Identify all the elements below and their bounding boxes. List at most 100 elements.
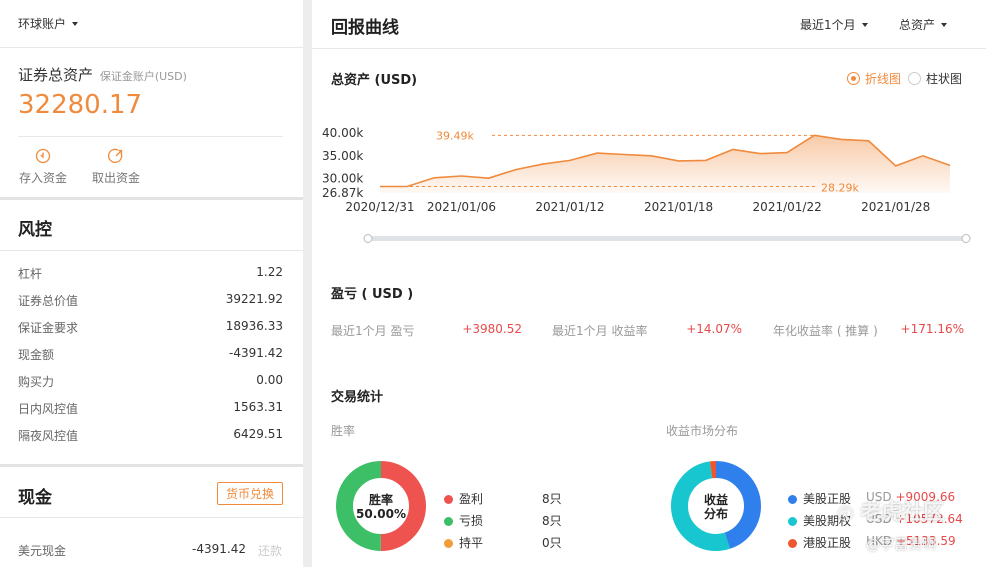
watermark-line1: ⓣ 老虎社区 (838, 496, 944, 526)
asset-chart: 40.00k 35.00k 30.00k26.87k 2020/12/31 2021/… (322, 126, 971, 243)
legend-dot-icon (788, 495, 797, 504)
divider (18, 136, 283, 137)
x-tick-label: 2021/01/18 (644, 200, 713, 214)
winrate-legend-profit: 盈利 (444, 490, 483, 507)
legend-label: 亏损 (459, 514, 484, 528)
y-tick-label: 26.87k (322, 186, 363, 200)
legend-label: 港股正股 (803, 536, 852, 550)
assets-header: 证券总资产 保证金账户(USD) (18, 64, 187, 85)
market-center-line1: 收益 (703, 493, 728, 507)
x-tick-label: 2021/01/12 (535, 200, 604, 214)
market-center-line2: 分布 (703, 507, 728, 521)
winrate-label: 胜率 (331, 424, 356, 438)
cash-usd-label: 美元现金 (18, 544, 67, 558)
divider (312, 48, 986, 49)
withdraw-label: 取出资金 (91, 171, 140, 185)
pnl-month-label: 最近1个月 盈亏 (331, 324, 415, 338)
pnl-return-value: +14.07% (686, 322, 742, 336)
divider (0, 250, 303, 251)
winrate-center-line2: 50.00% (356, 507, 406, 521)
metric-selector[interactable]: 总资产 (899, 16, 948, 33)
legend-dot-icon (788, 517, 797, 526)
market-legend-hk-stock: 港股正股 (788, 534, 851, 551)
metric-selector-label: 总资产 (899, 18, 936, 32)
left-panel: 环球账户 证券总资产 保证金账户(USD) 32280.17 存入资金 取出资金… (0, 0, 303, 567)
y-tick-label: 40.00k (322, 126, 363, 140)
currency-exchange-button[interactable]: 货币兑换 (217, 482, 284, 505)
assets-subtitle: 保证金账户(USD) (99, 70, 187, 83)
winrate-legend-flat: 持平 (444, 534, 483, 551)
toggle-bar-chart[interactable]: 柱状图 (908, 70, 962, 87)
legend-label: 盈利 (459, 492, 484, 506)
risk-value-margin: 18936.33 (225, 319, 283, 333)
legend-dot-icon (444, 539, 453, 548)
risk-value-leverage: 1.22 (256, 265, 283, 279)
risk-label-intraday: 日内风控值 (18, 402, 79, 416)
cash-usd-value: -4391.42 (192, 542, 246, 556)
range-slider-end-handle[interactable] (961, 234, 971, 243)
divider (0, 517, 303, 518)
watermark-icon: ⓣ (838, 505, 854, 523)
repay-link[interactable]: 还款 (258, 542, 282, 559)
trade-stats-title: 交易统计 (331, 390, 384, 405)
range-slider-track[interactable] (368, 236, 966, 241)
account-selector-label: 环球账户 (18, 17, 67, 31)
withdraw-icon (108, 148, 123, 163)
y-tick-label: 35.00k (322, 149, 363, 163)
max-value-label: 39.49k (436, 129, 474, 142)
deposit-button[interactable]: 存入资金 (18, 146, 68, 186)
period-selector-label: 最近1个月 (800, 18, 856, 32)
section-divider (0, 197, 303, 200)
radio-selected-icon (847, 72, 860, 85)
winrate-legend-loss: 亏损 (444, 512, 483, 529)
range-slider-start-handle[interactable] (363, 234, 373, 243)
deposit-label: 存入资金 (18, 171, 67, 185)
chart-title: 总资产 (USD) (331, 73, 418, 88)
cash-title: 现金 (18, 488, 52, 508)
toggle-bar-label: 柱状图 (926, 72, 963, 86)
legend-dot-icon (444, 495, 453, 504)
watermark-line2: @学富贵啊 (866, 537, 936, 553)
x-tick-label: 2021/01/28 (861, 200, 930, 214)
winrate-center: 胜率 50.00% (351, 493, 411, 521)
risk-label-overnight: 隔夜风控值 (18, 429, 79, 443)
series-area (380, 135, 950, 193)
risk-label-securities: 证券总价值 (18, 294, 79, 308)
pnl-annual-value: +171.16% (900, 322, 964, 336)
risk-label-cash: 现金额 (18, 348, 55, 362)
chevron-down-icon (861, 22, 868, 27)
y-tick-label: 30.00k (322, 172, 363, 186)
pnl-month-value: +3980.52 (462, 322, 522, 336)
winrate-flat-value: 0只 (542, 536, 562, 550)
risk-label-buying-power: 购买力 (18, 375, 55, 389)
chevron-down-icon (941, 22, 948, 27)
risk-value-cash: -4391.42 (229, 346, 283, 360)
deposit-icon (35, 148, 51, 164)
legend-dot-icon (788, 539, 797, 548)
risk-label-leverage: 杠杆 (18, 267, 43, 281)
x-tick-label: 2021/01/06 (427, 200, 496, 214)
section-divider (0, 464, 303, 467)
pnl-annual-label: 年化收益率 ( 推算 ) (773, 324, 878, 338)
risk-value-intraday: 1563.31 (233, 400, 283, 414)
period-selector[interactable]: 最近1个月 (800, 16, 868, 33)
legend-label: 持平 (459, 536, 484, 550)
account-selector[interactable]: 环球账户 (18, 15, 79, 32)
right-panel: 回报曲线 最近1个月 总资产 总资产 (USD) 折线图 柱状图 40.00k 3… (312, 0, 986, 567)
x-tick-label: 2021/01/22 (753, 200, 822, 214)
pnl-title: 盈亏 ( USD ) (331, 287, 414, 302)
market-dist-label: 收益市场分布 (666, 424, 739, 438)
divider (0, 47, 303, 48)
risk-value-securities: 39221.92 (225, 292, 283, 306)
risk-value-overnight: 6429.51 (233, 427, 283, 441)
min-value-label: 28.29k (821, 182, 859, 195)
withdraw-button[interactable]: 取出资金 (91, 146, 141, 186)
assets-value: 32280.17 (18, 90, 143, 120)
market-center: 收益 分布 (686, 493, 746, 521)
winrate-loss-value: 8只 (542, 514, 562, 528)
risk-value-buying-power: 0.00 (256, 373, 283, 387)
toggle-line-chart[interactable]: 折线图 (847, 70, 901, 87)
chevron-down-icon (72, 21, 79, 26)
legend-dot-icon (444, 517, 453, 526)
winrate-center-line1: 胜率 (368, 493, 393, 507)
